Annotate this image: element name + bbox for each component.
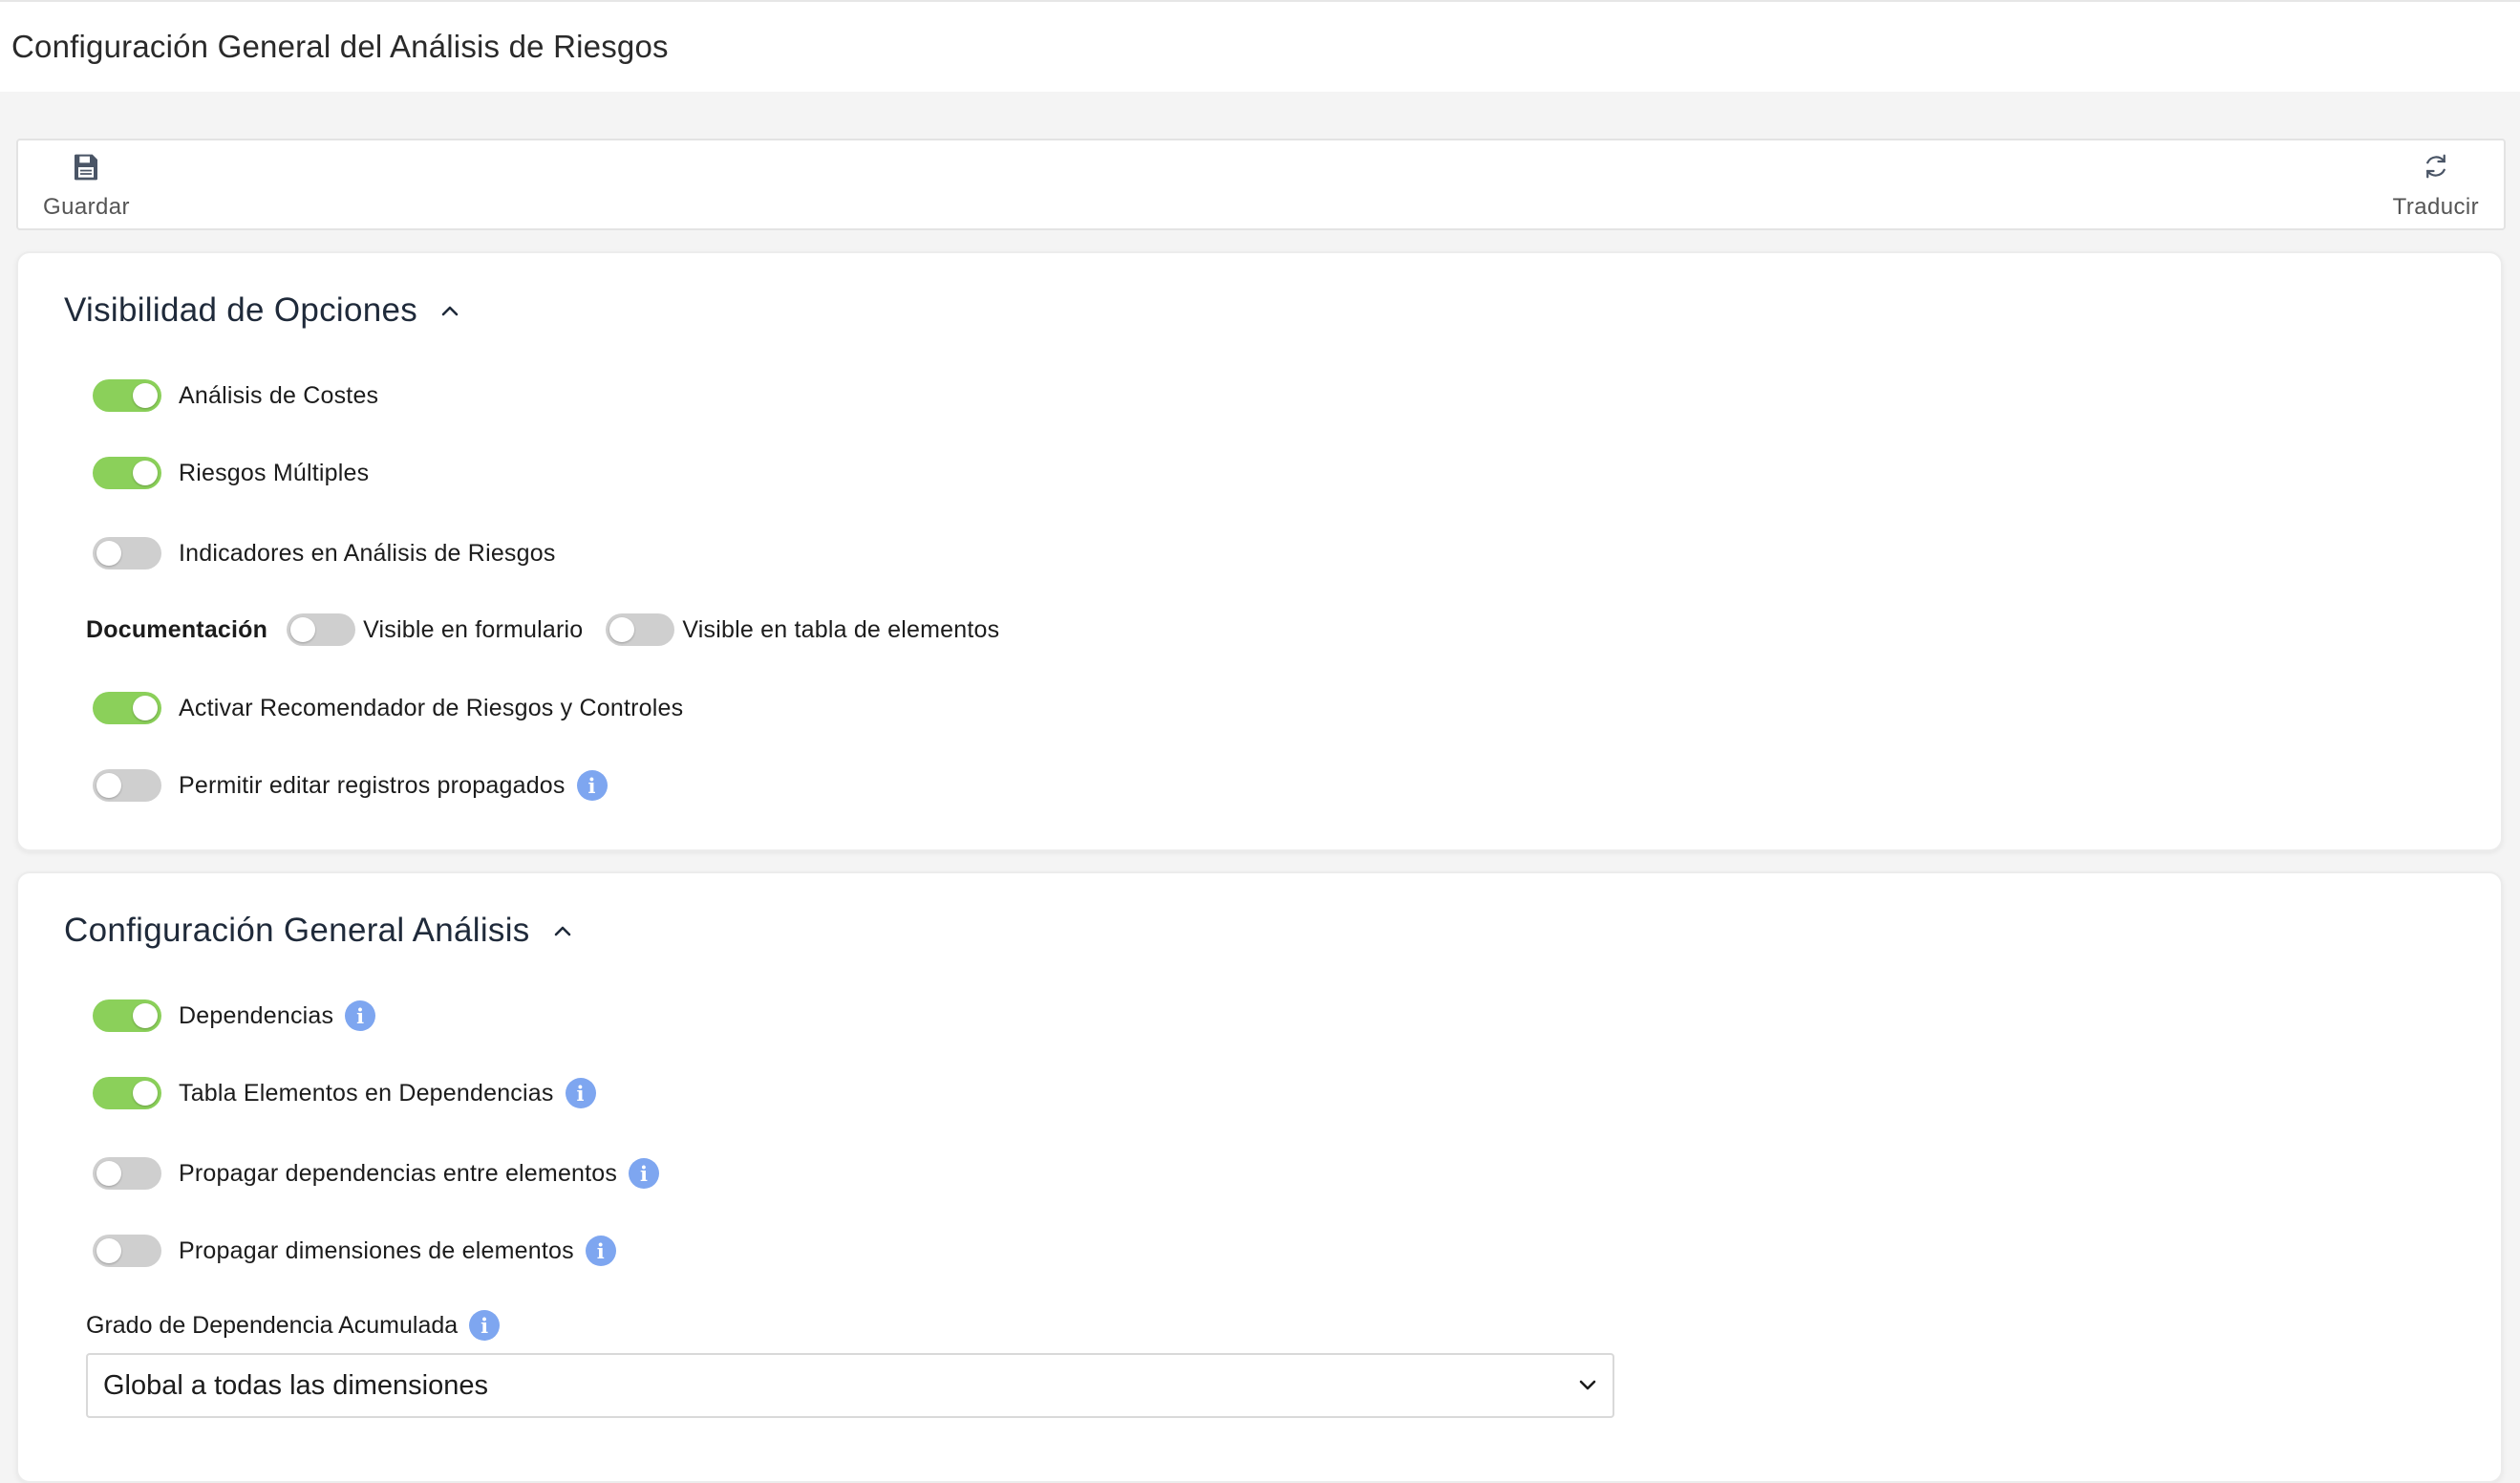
page-title: Configuración General del Análisis de Ri… (11, 29, 669, 64)
degree-field-label: Grado de Dependencia Acumulada i (86, 1306, 501, 1344)
toggle-riesgos-multiples[interactable] (93, 457, 161, 489)
toggle-editar-propagados[interactable] (93, 769, 161, 802)
info-icon[interactable]: i (469, 1310, 501, 1341)
option-row-tabla-elementos: Tabla Elementos en Dependencias i (93, 1074, 596, 1112)
documentation-row: Documentación Visible en formulario Visi… (86, 611, 1022, 649)
option-label: Dependencias (179, 1001, 334, 1029)
toggle-propagar-dimensiones[interactable] (93, 1235, 161, 1267)
toggle-doc-visible-table[interactable] (606, 613, 675, 646)
page-header: Configuración General del Análisis de Ri… (0, 0, 2520, 92)
doc-table-label: Visible en tabla de elementos (682, 615, 1000, 643)
toggle-recomendador[interactable] (93, 692, 161, 724)
option-label: Activar Recomendador de Riesgos y Contro… (179, 694, 684, 721)
option-row-editar-propagados: Permitir editar registros propagados i (93, 766, 608, 805)
toggle-indicadores[interactable] (93, 537, 161, 570)
info-icon[interactable]: i (345, 1000, 376, 1031)
option-label: Permitir editar registros propagados (179, 771, 566, 799)
option-row-propagar-dependencias: Propagar dependencias entre elementos i (93, 1154, 660, 1193)
info-icon[interactable]: i (565, 1078, 596, 1108)
toggle-dependencias[interactable] (93, 999, 161, 1032)
option-label: Riesgos Múltiples (179, 459, 370, 486)
general-title: Configuración General Análisis (64, 912, 530, 949)
info-icon[interactable]: i (585, 1236, 616, 1266)
save-label: Guardar (43, 194, 130, 220)
general-section-header[interactable]: Configuración General Análisis (64, 912, 572, 950)
visibility-title: Visibilidad de Opciones (64, 291, 418, 329)
option-label: Propagar dimensiones de elementos (179, 1236, 574, 1264)
option-row-indicadores: Indicadores en Análisis de Riesgos (93, 534, 556, 572)
option-row-propagar-dimensiones: Propagar dimensiones de elementos i (93, 1232, 616, 1270)
refresh-icon (2425, 154, 2445, 179)
degree-label-text: Grado de Dependencia Acumulada (86, 1311, 459, 1339)
general-config-card: Configuración General Análisis Dependenc… (16, 871, 2503, 1483)
toggle-tabla-elementos[interactable] (93, 1077, 161, 1109)
toggle-doc-visible-form[interactable] (287, 613, 356, 646)
info-icon[interactable]: i (629, 1158, 660, 1189)
visibility-card: Visibilidad de Opciones Análisis de Cost… (16, 251, 2503, 851)
documentation-label: Documentación (86, 615, 268, 643)
option-label: Propagar dependencias entre elementos (179, 1159, 618, 1187)
translate-button[interactable]: Traducir (2387, 148, 2485, 225)
option-label: Indicadores en Análisis de Riesgos (179, 539, 556, 567)
toolbar: Guardar Traducir (16, 139, 2506, 230)
option-label: Análisis de Costes (179, 381, 379, 409)
chevron-up-icon (441, 306, 459, 316)
toggle-propagar-dependencias[interactable] (93, 1157, 161, 1190)
degree-select[interactable]: Global a todas las dimensiones (86, 1353, 1614, 1418)
option-row-riesgos-multiples: Riesgos Múltiples (93, 454, 369, 492)
doc-form-label: Visible en formulario (363, 615, 584, 643)
info-icon[interactable]: i (576, 770, 608, 801)
option-row-dependencias: Dependencias i (93, 997, 376, 1035)
chevron-up-icon (554, 926, 570, 936)
toggle-analisis-costes[interactable] (93, 379, 161, 412)
chevron-down-icon (1579, 1380, 1596, 1390)
option-row-costes: Análisis de Costes (93, 376, 378, 415)
save-icon (75, 154, 98, 181)
save-button[interactable]: Guardar (37, 148, 136, 225)
visibility-section-header[interactable]: Visibilidad de Opciones (64, 291, 459, 330)
option-label: Tabla Elementos en Dependencias (179, 1079, 554, 1107)
option-row-recomendador: Activar Recomendador de Riesgos y Contro… (93, 689, 683, 727)
degree-select-value: Global a todas las dimensiones (103, 1369, 489, 1401)
translate-label: Traducir (2392, 194, 2479, 220)
